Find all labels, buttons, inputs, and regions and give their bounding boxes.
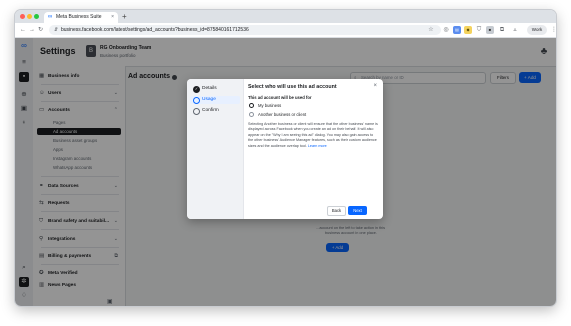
url-text: business.facebook.com/latest/settings/ad… bbox=[61, 27, 249, 33]
close-window-button[interactable] bbox=[20, 14, 25, 19]
check-circle-icon: ✓ bbox=[193, 86, 200, 93]
browser-toolbar: ← → ↻ ⇵ business.facebook.com/latest/set… bbox=[15, 23, 556, 38]
forward-arrow-icon[interactable]: → bbox=[29, 25, 35, 35]
bookmark-star-icon[interactable]: ☆ bbox=[427, 26, 435, 34]
steps-panel: ✓ Details Usage Confirm bbox=[187, 79, 244, 219]
step-usage[interactable]: Usage bbox=[190, 96, 240, 104]
circle-icon bbox=[193, 108, 200, 115]
add-ad-account-dialog: ✓ Details Usage Confirm Select who will … bbox=[187, 79, 383, 219]
dialog-title: Select who will use this ad account bbox=[248, 84, 337, 90]
maximize-window-button[interactable] bbox=[34, 14, 39, 19]
tab-strip: ∞ Meta Business Suite × + bbox=[15, 10, 556, 23]
step-details[interactable]: ✓ Details bbox=[190, 85, 240, 93]
step-confirm[interactable]: Confirm bbox=[190, 107, 240, 115]
meta-logo-icon: ∞ bbox=[48, 14, 53, 20]
profile-pill[interactable]: Work bbox=[527, 25, 547, 35]
close-tab-icon[interactable]: × bbox=[111, 12, 114, 23]
extension-square-icon[interactable]: ■ bbox=[486, 26, 494, 34]
extension-badge-icon[interactable]: ▤ bbox=[453, 26, 461, 34]
radio-label-my-business[interactable]: My business bbox=[258, 103, 281, 108]
extension-icon[interactable]: ◎ bbox=[442, 26, 450, 34]
radio-another-business[interactable] bbox=[249, 112, 254, 117]
back-button[interactable]: Back bbox=[327, 206, 346, 216]
dialog-body: Select who will use this ad account × Th… bbox=[243, 79, 383, 219]
close-icon[interactable]: × bbox=[373, 83, 377, 89]
tab-title: Meta Business Suite bbox=[56, 14, 102, 20]
radio-my-business[interactable] bbox=[249, 103, 254, 108]
browser-tab[interactable]: ∞ Meta Business Suite × bbox=[44, 12, 118, 23]
extension-shield-icon[interactable]: ⛉ bbox=[475, 26, 483, 34]
learn-more-link[interactable]: Learn more bbox=[308, 144, 327, 148]
usage-question: This ad account will be used for bbox=[248, 95, 312, 100]
extensions-puzzle-icon[interactable]: ⧉ bbox=[498, 26, 506, 34]
modal-overlay: ✓ Details Usage Confirm Select who will … bbox=[15, 38, 556, 306]
next-button[interactable]: Next bbox=[348, 206, 367, 215]
browser-window: ∞ Meta Business Suite × + ← → ↻ ⇵ busine… bbox=[15, 10, 556, 306]
downloads-icon[interactable]: ▵ bbox=[511, 26, 519, 34]
extension-yellow-icon[interactable]: ◆ bbox=[464, 26, 472, 34]
back-arrow-icon[interactable]: ← bbox=[20, 25, 26, 35]
browser-menu-icon[interactable]: ⋮ bbox=[551, 25, 556, 35]
address-bar[interactable]: ⇵ business.facebook.com/latest/settings/… bbox=[49, 25, 441, 35]
circle-icon bbox=[193, 97, 200, 104]
reload-icon[interactable]: ↻ bbox=[38, 25, 43, 35]
site-info-icon[interactable]: ⇵ bbox=[54, 25, 58, 35]
minimize-window-button[interactable] bbox=[27, 14, 32, 19]
usage-description: Selecting Another business or client wil… bbox=[248, 122, 378, 148]
radio-label-another-business[interactable]: Another business or client bbox=[258, 112, 306, 117]
new-tab-button[interactable]: + bbox=[122, 11, 127, 22]
